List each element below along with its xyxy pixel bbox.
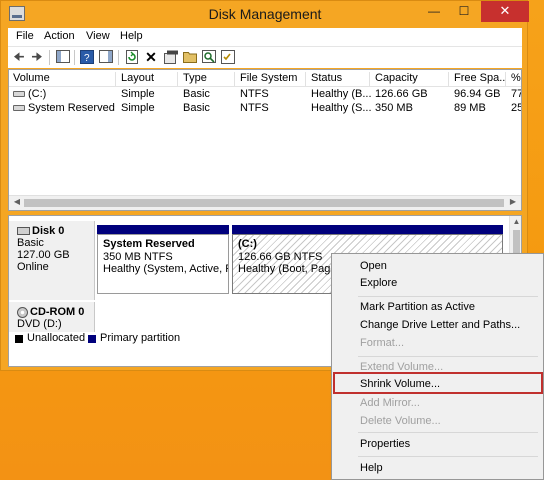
- maximize-button[interactable]: ☐: [449, 1, 479, 22]
- menu-separator: [358, 296, 538, 297]
- column-capacity[interactable]: Capacity: [371, 72, 449, 86]
- unallocated-swatch: [15, 335, 23, 343]
- volume-disk-icon: [13, 91, 25, 98]
- cdrom-0-label[interactable]: CD-ROM 0 DVD (D:): [9, 302, 95, 332]
- disk-status: Online: [17, 261, 49, 273]
- scroll-left-icon[interactable]: ◀: [10, 197, 24, 206]
- search-icon[interactable]: [201, 50, 217, 65]
- minimize-button[interactable]: —: [419, 1, 449, 22]
- menu-help[interactable]: Help: [360, 462, 383, 474]
- volume-list-header: Volume Layout Type File System Status Ca…: [9, 70, 521, 87]
- forward-icon[interactable]: 🠊: [29, 50, 45, 65]
- help-icon[interactable]: ?: [79, 50, 95, 65]
- console-tree-icon[interactable]: [55, 50, 71, 65]
- volume-list: Volume Layout Type File System Status Ca…: [8, 69, 522, 211]
- cell-type: Basic: [183, 102, 210, 114]
- cell-layout: Simple: [121, 102, 155, 114]
- menu-separator: [358, 432, 538, 433]
- back-icon[interactable]: 🠈: [11, 50, 27, 65]
- column-percent-free[interactable]: % F: [507, 72, 521, 86]
- column-volume[interactable]: Volume: [9, 72, 116, 86]
- properties-icon[interactable]: [163, 50, 179, 65]
- menu-bar: File Action View Help: [8, 28, 522, 46]
- cd-icon: [17, 306, 28, 318]
- menu-view[interactable]: View: [86, 30, 110, 42]
- partition-name: System Reserved: [103, 238, 195, 250]
- partition-status: Healthy (System, Active, Prir: [103, 263, 229, 275]
- c-drive-bar: [232, 225, 503, 234]
- menu-explore[interactable]: Explore: [360, 277, 397, 289]
- cell-layout: Simple: [121, 88, 155, 100]
- cell-capacity: 350 MB: [375, 102, 413, 114]
- disk-0-label[interactable]: Disk 0 Basic 127.00 GB Online: [9, 221, 95, 300]
- menu-delete-volume[interactable]: Delete Volume...: [360, 415, 441, 427]
- primary-partition-swatch: [88, 335, 96, 343]
- column-type[interactable]: Type: [179, 72, 235, 86]
- toolbar: 🠈 🠊 ? ✕: [8, 46, 522, 68]
- column-file-system[interactable]: File System: [236, 72, 306, 86]
- table-row[interactable]: System Reserved Simple Basic NTFS Health…: [9, 102, 521, 116]
- properties-pane-icon[interactable]: [98, 50, 114, 65]
- volume-disk-icon: [13, 105, 25, 112]
- scroll-right-icon[interactable]: ▶: [506, 197, 520, 206]
- cell-free-space: 96.94 GB: [454, 88, 501, 100]
- disk-icon: [17, 227, 30, 236]
- disk-name: Disk 0: [32, 225, 65, 237]
- menu-help[interactable]: Help: [120, 30, 143, 42]
- menu-mark-partition-active[interactable]: Mark Partition as Active: [360, 301, 475, 313]
- cell-status: Healthy (B...: [311, 88, 371, 100]
- cdrom-drive: DVD (D:): [17, 318, 62, 330]
- svg-text:?: ?: [84, 53, 90, 64]
- close-button[interactable]: ✕: [481, 1, 529, 22]
- menu-add-mirror[interactable]: Add Mirror...: [360, 397, 420, 409]
- column-free-space[interactable]: Free Spa...: [450, 72, 506, 86]
- cell-percent-free: 25: [511, 102, 521, 114]
- menu-separator: [358, 456, 538, 457]
- cell-volume: System Reserved: [28, 102, 115, 114]
- disk-name: CD-ROM 0: [30, 306, 85, 318]
- cell-status: Healthy (S...: [311, 102, 371, 114]
- menu-action[interactable]: Action: [44, 30, 75, 42]
- cell-file-system: NTFS: [240, 102, 269, 114]
- column-status[interactable]: Status: [307, 72, 370, 86]
- menu-open[interactable]: Open: [360, 260, 387, 272]
- system-reserved-partition[interactable]: System Reserved 350 MB NTFS Healthy (Sys…: [97, 234, 229, 294]
- horizontal-scrollbar[interactable]: ◀ ▶: [9, 195, 521, 210]
- scroll-thumb[interactable]: [24, 199, 504, 207]
- cell-percent-free: 77: [511, 88, 521, 100]
- menu-file[interactable]: File: [16, 30, 34, 42]
- scroll-up-icon[interactable]: ▲: [510, 217, 521, 226]
- menu-properties[interactable]: Properties: [360, 438, 410, 450]
- open-icon[interactable]: [182, 50, 198, 65]
- disk-type: Basic: [17, 237, 44, 249]
- legend: Unallocated Primary partition: [12, 332, 332, 346]
- cell-volume: (C:): [28, 88, 47, 100]
- partition-size: 350 MB NTFS: [103, 250, 173, 263]
- menu-format[interactable]: Format...: [360, 337, 404, 349]
- cell-file-system: NTFS: [240, 88, 269, 100]
- cell-capacity: 126.66 GB: [375, 88, 428, 100]
- title-bar[interactable]: Disk Management — ☐ ✕: [1, 1, 529, 27]
- table-row[interactable]: (C:) Simple Basic NTFS Healthy (B... 126…: [9, 88, 521, 102]
- shrink-volume-highlight: [333, 372, 543, 394]
- context-menu: Open Explore Mark Partition as Active Ch…: [331, 253, 544, 480]
- delete-icon[interactable]: ✕: [143, 50, 159, 65]
- legend-unallocated: Unallocated: [27, 332, 86, 344]
- checklist-icon[interactable]: [220, 50, 236, 65]
- disk-size: 127.00 GB: [17, 249, 70, 261]
- system-reserved-bar: [97, 225, 229, 234]
- cell-free-space: 89 MB: [454, 102, 486, 114]
- partition-name: (C:): [238, 238, 257, 250]
- menu-change-drive-letter[interactable]: Change Drive Letter and Paths...: [360, 319, 520, 331]
- column-layout[interactable]: Layout: [117, 72, 178, 86]
- cell-type: Basic: [183, 88, 210, 100]
- refresh-icon[interactable]: [124, 50, 140, 65]
- legend-primary-partition: Primary partition: [100, 332, 181, 344]
- menu-separator: [358, 356, 538, 357]
